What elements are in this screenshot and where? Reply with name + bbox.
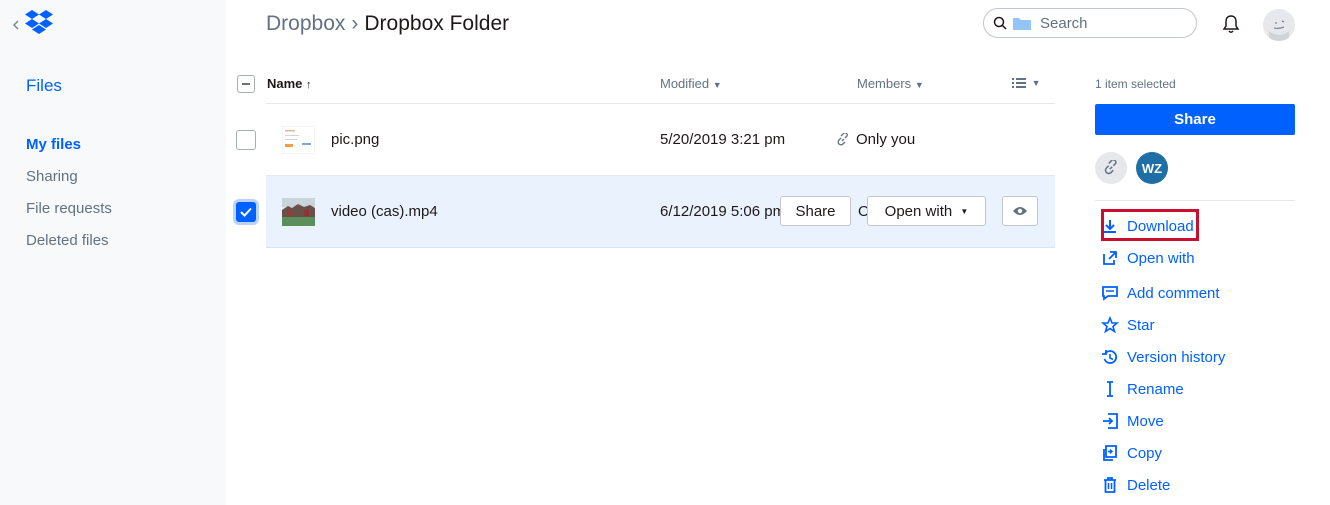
selection-count: 1 item selected [1095,77,1176,91]
image-thumbnail [282,126,315,154]
column-header-name[interactable]: Name ↑ [267,76,312,91]
action-list: Download Open with Add comment Star Vers… [1101,214,1225,501]
copy-link-button[interactable] [1095,152,1127,184]
comment-icon [1102,286,1118,301]
sort-arrow-up-icon: ↑ [306,79,312,91]
search-icon [993,16,1007,30]
sidebar-item-file-requests[interactable]: File requests [26,200,112,232]
link-icon [1104,160,1117,175]
row-open-with-button[interactable]: Open with ▼ [867,196,986,226]
folder-icon [1013,18,1031,30]
column-header-members[interactable]: Members ▼ [857,76,924,91]
action-rename[interactable]: Rename [1101,373,1225,405]
list-view-icon [1012,78,1026,88]
nav-title-files[interactable]: Files [26,76,62,96]
sidebar-item-my-files[interactable]: My files [26,136,112,168]
action-copy[interactable]: Copy [1101,437,1225,469]
file-members: Only you [836,131,915,148]
action-download[interactable]: Download [1101,210,1225,242]
star-icon [1101,316,1119,334]
share-button[interactable]: Share [1095,104,1295,135]
breadcrumb-root[interactable]: Dropbox [266,12,345,35]
file-name[interactable]: pic.png [331,131,379,148]
row-share-button[interactable]: Share [780,196,851,226]
select-all-checkbox[interactable] [237,75,255,93]
row-checkbox[interactable] [236,130,256,150]
action-move[interactable]: Move [1101,405,1225,437]
breadcrumb-current: Dropbox Folder [364,12,510,35]
sidebar-nav: My files Sharing File requests Deleted f… [26,136,112,264]
action-delete[interactable]: Delete [1101,469,1225,501]
sidebar-item-deleted-files[interactable]: Deleted files [26,232,112,264]
action-version-history[interactable]: Version history [1101,341,1225,373]
history-icon [1102,350,1118,364]
trash-icon [1104,477,1116,493]
user-avatar[interactable] [1263,9,1295,41]
move-icon [1103,413,1118,429]
caret-down-icon: ▼ [1031,78,1041,88]
bell-icon[interactable] [1220,13,1242,35]
table-row-selected[interactable]: video (cas).mp4 6/12/2019 5:06 pm O Shar… [266,176,1055,248]
member-avatar[interactable]: WZ [1136,152,1168,184]
chevron-left-icon [12,20,19,30]
caret-down-icon: ▼ [960,206,969,216]
search-input[interactable] [1038,13,1182,33]
search-box[interactable] [983,8,1197,38]
sidebar: Files My files Sharing File requests Del… [0,0,226,505]
video-thumbnail [282,198,315,226]
open-with-icon [1103,251,1117,265]
file-name[interactable]: video (cas).mp4 [331,203,438,220]
download-icon [1104,220,1116,233]
caret-down-icon: ▼ [914,80,924,90]
preview-button[interactable] [1002,196,1038,226]
row-checkbox-checked[interactable] [236,202,256,222]
action-open-with[interactable]: Open with [1101,242,1225,274]
rename-icon [1107,381,1113,397]
members-label: Only you [856,131,916,148]
link-icon [837,132,848,145]
column-header-modified[interactable]: Modified ▼ [660,76,722,91]
table-row[interactable]: pic.png 5/20/2019 3:21 pm Only you [266,104,1055,176]
checkmark-icon [240,207,252,217]
file-modified: 6/12/2019 5:06 pm [660,203,780,220]
copy-icon [1103,445,1117,461]
action-add-comment[interactable]: Add comment [1101,277,1225,309]
eye-icon [1013,207,1027,215]
breadcrumb: Dropbox › Dropbox Folder [266,12,509,36]
view-options-button[interactable]: ▼ [1012,77,1041,92]
chevron-right-icon: › [351,12,359,35]
action-star[interactable]: Star [1101,309,1225,341]
caret-down-icon: ▼ [712,80,722,90]
file-modified: 5/20/2019 3:21 pm [660,131,786,148]
panel-divider [1095,200,1295,201]
dropbox-logo[interactable] [12,8,62,40]
sidebar-item-sharing[interactable]: Sharing [26,168,112,200]
